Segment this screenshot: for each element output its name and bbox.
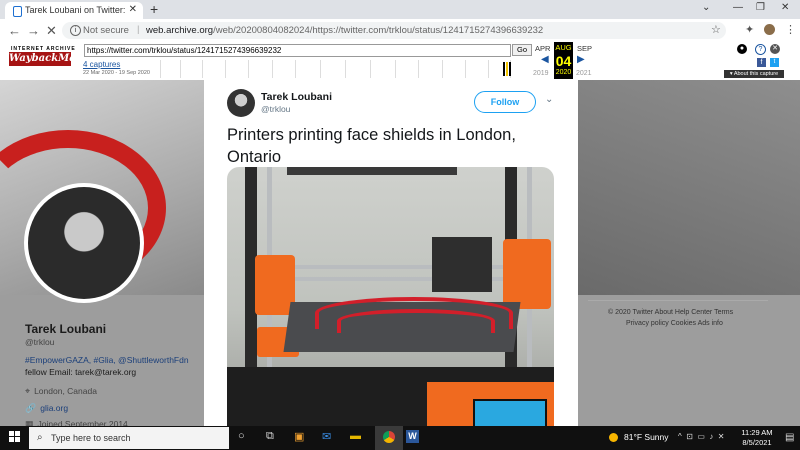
- prev-capture-icon[interactable]: ◀: [541, 54, 549, 65]
- current-month: AUG: [555, 43, 572, 52]
- month-prev[interactable]: APR: [535, 44, 550, 53]
- windows-start-icon[interactable]: [9, 431, 21, 443]
- profile-avatar-large[interactable]: [24, 183, 144, 303]
- profile-bio-tags[interactable]: #EmpowerGAZA, #Glia, @ShuttleworthFdn: [25, 355, 189, 365]
- tweet-author-handle[interactable]: @trklou: [261, 104, 290, 114]
- tweet-text: Printers printing face shields in London…: [227, 126, 516, 166]
- system-tray[interactable]: ^ ⊡ ▭ ♪ ✕: [678, 432, 725, 441]
- url-text: web.archive.org/web/20200804082024/https…: [146, 25, 543, 36]
- profile-website-text[interactable]: glia.org: [40, 403, 68, 413]
- tweet-author-avatar[interactable]: [227, 89, 255, 117]
- wayback-url-input[interactable]: https://twitter.com/trklou/status/124171…: [84, 44, 511, 57]
- year-prev: 2019: [533, 70, 549, 77]
- file-explorer-icon[interactable]: ▬: [350, 430, 361, 442]
- notifications-icon[interactable]: ▤: [785, 432, 794, 443]
- help-icon[interactable]: ?: [755, 44, 766, 55]
- captures-link[interactable]: 4 captures: [83, 60, 120, 69]
- tweet-author-name[interactable]: Tarek Loubani: [261, 91, 332, 103]
- word-icon[interactable]: W: [406, 430, 419, 443]
- capture-timeline[interactable]: [150, 60, 530, 78]
- chevron-down-icon[interactable]: ⌄: [545, 94, 553, 105]
- store-icon[interactable]: ▣: [294, 430, 304, 443]
- twitter-share-icon[interactable]: t: [770, 58, 779, 67]
- maximize-icon[interactable]: ❐: [756, 2, 765, 13]
- profile-location: ⌖ London, Canada: [25, 386, 97, 397]
- account-icon[interactable]: ●: [737, 44, 747, 54]
- profile-avatar[interactable]: [764, 24, 775, 35]
- url-host: web.archive.org: [146, 25, 214, 36]
- stop-loading-icon[interactable]: ✕: [46, 23, 57, 39]
- chrome-taskbar-button[interactable]: [375, 426, 403, 450]
- location-pin-icon: ⌖: [25, 386, 31, 396]
- close-wayback-icon[interactable]: ✕: [770, 44, 780, 54]
- new-tab-button[interactable]: +: [150, 1, 158, 17]
- link-icon: 🔗: [25, 403, 37, 413]
- menu-kebab-icon[interactable]: ⋮: [785, 23, 796, 36]
- cortana-icon[interactable]: ○: [238, 430, 245, 442]
- tab-title: Tarek Loubani on Twitter: "Printe: [25, 5, 125, 15]
- current-day: 04: [555, 53, 572, 69]
- current-year: 2020: [555, 69, 572, 76]
- extensions-icon[interactable]: ✦: [745, 23, 754, 36]
- footer-row-2[interactable]: Privacy policy Cookies Ads info: [626, 320, 723, 327]
- window-close-icon[interactable]: ✕: [781, 2, 789, 13]
- bookmark-star-icon[interactable]: ☆: [711, 23, 721, 36]
- taskbar-clock[interactable]: 11:29 AM 8/5/2021: [737, 428, 777, 448]
- profile-name: Tarek Loubani: [25, 322, 107, 336]
- cover-photo-right: [578, 80, 800, 295]
- address-bar[interactable]: i Not secure | web.archive.org/web/20200…: [62, 22, 726, 39]
- chrome-icon: [383, 431, 395, 443]
- mail-icon[interactable]: ✉: [322, 430, 331, 443]
- wayback-go-button[interactable]: Go: [512, 44, 532, 56]
- clock-date: 8/5/2021: [742, 438, 772, 447]
- profile-location-text: London, Canada: [34, 386, 97, 396]
- browser-tab[interactable]: Tarek Loubani on Twitter: "Printe ✕: [5, 2, 143, 19]
- minimize-icon[interactable]: —: [733, 2, 743, 13]
- current-capture-date: AUG 04 2020: [554, 42, 573, 79]
- tab-close-icon[interactable]: ✕: [129, 4, 137, 15]
- back-icon[interactable]: ←: [8, 23, 21, 38]
- year-next: 2021: [576, 70, 592, 77]
- wayback-logo[interactable]: WaybackMachine: [9, 52, 106, 66]
- task-view-icon[interactable]: ⧉: [266, 430, 274, 443]
- month-next[interactable]: SEP: [577, 44, 592, 53]
- taskbar-search-placeholder: Type here to search: [51, 433, 131, 443]
- profile-bio-text: fellow Email: tarek@tarek.org: [25, 367, 137, 377]
- weather-text[interactable]: 81°F Sunny: [624, 432, 669, 442]
- forward-icon[interactable]: →: [27, 23, 40, 38]
- twitter-footer: © 2020 Twitter About Help Center Terms P…: [588, 300, 768, 341]
- address-separator: |: [137, 24, 140, 35]
- taskbar-search-box[interactable]: ⌕ Type here to search: [29, 427, 229, 449]
- search-icon: ⌕: [37, 432, 43, 443]
- footer-row-1[interactable]: © 2020 Twitter About Help Center Terms: [608, 309, 733, 316]
- profile-handle: @trklou: [25, 337, 55, 347]
- next-capture-icon[interactable]: ▶: [577, 54, 585, 65]
- facebook-share-icon[interactable]: f: [757, 58, 766, 67]
- about-capture-label: About this capture: [733, 71, 779, 77]
- clock-time: 11:29 AM: [741, 428, 773, 437]
- capture-range: 22 Mar 2020 - 19 Sep 2020: [83, 70, 150, 76]
- tab-favicon-icon: [13, 6, 22, 17]
- tweet-media-image[interactable]: [227, 167, 554, 426]
- url-path: /web/20200804082024/https://twitter.com/…: [213, 25, 544, 36]
- info-icon[interactable]: i: [70, 25, 81, 36]
- security-label: Not secure: [83, 25, 129, 36]
- about-capture-button[interactable]: ▾ About this capture: [724, 70, 784, 78]
- weather-sun-icon: [609, 433, 618, 442]
- profile-dropdown-icon[interactable]: ⌄: [702, 2, 710, 13]
- profile-website[interactable]: 🔗 glia.org: [25, 403, 68, 414]
- follow-button[interactable]: Follow: [474, 91, 536, 113]
